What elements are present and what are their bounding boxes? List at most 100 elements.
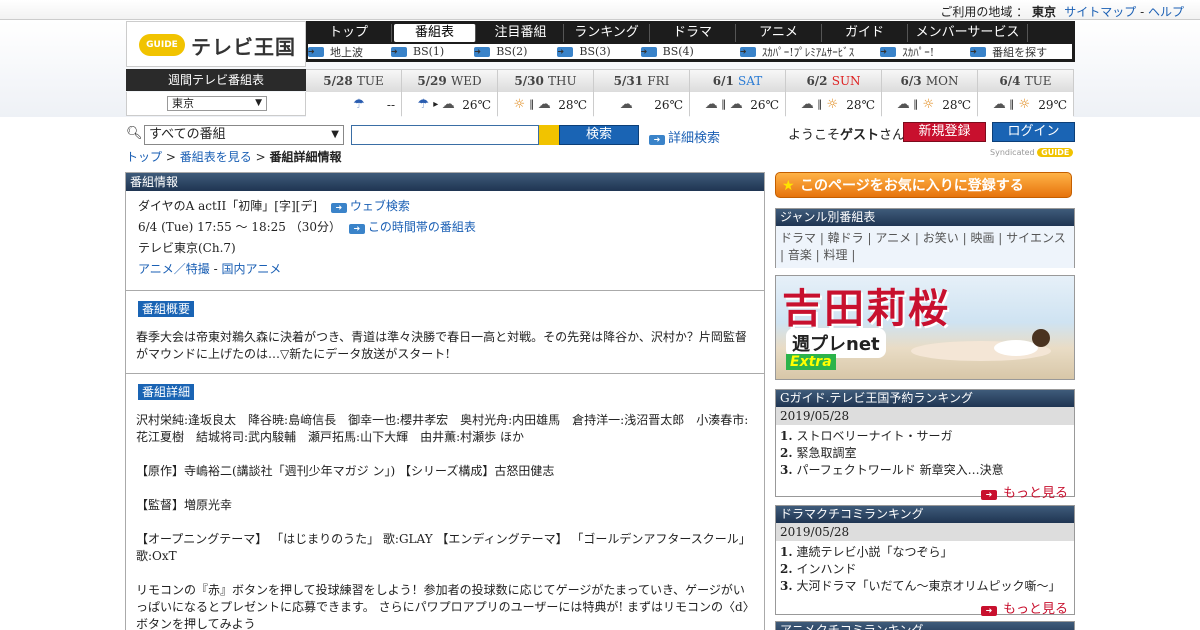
nav-tab[interactable]: ドラマ bbox=[650, 24, 736, 42]
timeslot-link[interactable]: ➜ この時間帯の番組表 bbox=[348, 220, 476, 234]
ad-banner[interactable]: 吉田莉桜 週プレnet Extra bbox=[775, 275, 1075, 380]
day-column[interactable]: 5/29 WED ☂ ▸ ☁ 26℃ bbox=[402, 69, 498, 117]
nav-subtab[interactable]: ➜ BS(1) bbox=[391, 45, 450, 58]
cloud-icon: ☁ bbox=[619, 96, 633, 112]
search-bar: 🔍︎ すべての番組 ▼ 検索 ➜ 詳細検索 bbox=[126, 124, 766, 146]
nav-tab[interactable]: 注目番組 bbox=[478, 24, 564, 42]
nav-tab[interactable]: 番組表 bbox=[394, 24, 476, 42]
arrow-right-icon: ➜ bbox=[649, 135, 665, 145]
add-favorite-button[interactable]: ★ このページをお気に入りに登録する bbox=[775, 172, 1072, 198]
detail-list: 沢村栄純:逢坂良太 降谷暁:島﨑信長 御幸一也:櫻井孝宏 奥村光舟:内田雄馬 倉… bbox=[136, 412, 754, 630]
umbrella-icon: ☂ bbox=[353, 96, 365, 112]
day-column[interactable]: 6/4 TUE ☁ ‖ ☼ 29℃ bbox=[978, 69, 1074, 117]
help-link[interactable]: ヘルプ bbox=[1148, 5, 1184, 19]
day-column[interactable]: 5/30 THU ☼ ‖ ☁ 28℃ bbox=[498, 69, 594, 117]
day-column[interactable]: 6/1 SAT ☁ ‖ ☁ 26℃ bbox=[690, 69, 786, 117]
ranking-item[interactable]: 2. インハンド bbox=[780, 561, 1070, 578]
nav-subtab[interactable]: ➜ 番組を探す bbox=[970, 44, 1053, 60]
search-category-select[interactable]: すべての番組 ▼ bbox=[144, 125, 344, 145]
star-icon: ★ bbox=[782, 178, 795, 194]
cloud-icon: ☁ bbox=[537, 96, 551, 112]
breadcrumb: トップ > 番組表を見る > 番組詳細情報 bbox=[126, 150, 342, 164]
weekly-schedule-label[interactable]: 週間テレビ番組表 bbox=[126, 69, 306, 91]
genre-box: ジャンル別番組表 ドラマ | 韓ドラ | アニメ | お笑い | 映画 | サイ… bbox=[775, 208, 1075, 268]
search-input[interactable] bbox=[351, 125, 539, 145]
ad-extra-logo: Extra bbox=[786, 354, 836, 370]
program-genre: アニメ／特撮 - 国内アニメ bbox=[138, 262, 282, 276]
nav-tab[interactable]: トップ bbox=[306, 24, 392, 42]
genre-header: ジャンル別番組表 bbox=[776, 209, 1074, 226]
nav-subtab[interactable]: ➜ ｽｶﾊﾟｰ!ﾌﾟﾚﾐｱﾑｻｰﾋﾞｽ bbox=[739, 44, 860, 60]
arrow-right-icon: ➜ bbox=[980, 606, 997, 616]
ranking-item[interactable]: 2. 緊急取調室 bbox=[780, 445, 1070, 462]
more-link[interactable]: ➜ もっと見る bbox=[776, 482, 1074, 503]
ranking-item[interactable]: 3. 大河ドラマ「いだてん～東京オリムピック噺～」 bbox=[780, 578, 1070, 595]
day-temperature: 28℃ bbox=[942, 97, 971, 112]
day-temperature: 26℃ bbox=[654, 97, 683, 112]
program-title: ダイヤのA actII「初陣」[字][デ] bbox=[138, 199, 318, 213]
nav-subtabs: ➜ 地上波 ➜ BS(1) ➜ BS(2) ➜ BS(3) ➜ BS(4) ➜ ｽｶﾊﾟｰ!ﾌﾟﾚﾐｱ… bbox=[308, 44, 1072, 59]
day-weather: ☂ -- bbox=[306, 92, 401, 117]
site-logo[interactable]: GUIDE テレビ王国 bbox=[126, 21, 306, 67]
region-value[interactable]: 東京 bbox=[1032, 5, 1056, 19]
genre-main-link[interactable]: アニメ／特撮 bbox=[138, 262, 210, 276]
sun-icon: ☼ bbox=[1018, 96, 1031, 112]
search-button[interactable]: 検索 bbox=[559, 125, 639, 145]
register-button[interactable]: 新規登録 bbox=[903, 122, 986, 142]
main-nav: トップ 番組表 注目番組 ランキング ドラマ アニメ ガイド メンバーサービス ➜ 地上波 ➜ BS… bbox=[306, 21, 1075, 62]
ranking-list: 1. ストロベリーナイト・サーガ 2. 緊急取調室 3. パーフェクトワールド 新章突入…… bbox=[776, 425, 1074, 482]
day-weather: ☼ ‖ ☁ 28℃ bbox=[498, 92, 593, 117]
day-temperature: 26℃ bbox=[750, 97, 779, 112]
detail-paragraph: リモコンの『赤』ボタンを押して投球練習をしよう！参加者の投球数に応じてゲージがた… bbox=[136, 583, 749, 630]
anime-ranking-box: アニメクチコミランキング bbox=[775, 621, 1075, 630]
arrow-right-icon: ➜ bbox=[330, 203, 347, 213]
nav-subtab[interactable]: ➜ 地上波 bbox=[308, 44, 369, 60]
sun-icon: ☼ bbox=[513, 96, 526, 112]
genre-sub-link[interactable]: 国内アニメ bbox=[221, 262, 281, 276]
reservation-ranking-box: Gガイド.テレビ王国予約ランキング 2019/05/28 1. ストロベリーナイト… bbox=[775, 389, 1075, 501]
nav-tab[interactable]: ランキング bbox=[564, 24, 650, 42]
day-column[interactable]: 5/28 TUE ☂ -- bbox=[306, 69, 402, 117]
ranking-item[interactable]: 1. ストロベリーナイト・サーガ bbox=[780, 428, 1070, 445]
nav-subtab[interactable]: ➜ BS(2) bbox=[474, 45, 533, 58]
ranking-item[interactable]: 3. パーフェクトワールド 新章突入…決意 bbox=[780, 462, 1070, 479]
arrow-right-icon: ➜ bbox=[308, 46, 324, 57]
summary-tag: 番組概要 bbox=[138, 301, 195, 317]
ranking-header: ドラマクチコミランキング bbox=[776, 506, 1074, 523]
area-select[interactable]: 東京 ▼ bbox=[167, 96, 267, 111]
nav-tab[interactable]: アニメ bbox=[736, 24, 822, 42]
more-link[interactable]: ➜ もっと見る bbox=[776, 598, 1074, 619]
day-column[interactable]: 5/31 FRI ☁ 26℃ bbox=[594, 69, 690, 117]
dropdown-arrow-icon: ▼ bbox=[255, 98, 262, 108]
login-button[interactable]: ログイン bbox=[992, 122, 1075, 142]
advanced-search-link[interactable]: ➜ 詳細検索 bbox=[649, 127, 720, 146]
nav-subtab[interactable]: ➜ ｽｶﾊﾟｰ! bbox=[880, 44, 940, 60]
sitemap-link[interactable]: サイトマップ bbox=[1064, 5, 1136, 19]
day-column[interactable]: 6/2 SUN ☁ ‖ ☼ 28℃ bbox=[786, 69, 882, 117]
ranking-item[interactable]: 1. 連続テレビ小説「なつぞら」 bbox=[780, 544, 1070, 561]
arrow-right-icon: ➜ bbox=[980, 490, 997, 500]
cloud-icon: ☁ bbox=[800, 96, 814, 112]
day-header: 6/1 SAT bbox=[690, 70, 785, 92]
nav-subtab[interactable]: ➜ BS(3) bbox=[557, 45, 616, 58]
sun-icon: ☼ bbox=[826, 96, 839, 112]
search-icon: 🔍︎ bbox=[126, 126, 143, 141]
day-weather: ☁ ‖ ☼ 28℃ bbox=[882, 92, 977, 117]
cloud-icon: ☁ bbox=[704, 96, 718, 112]
day-weather: ☁ ‖ ☁ 26℃ bbox=[690, 92, 785, 117]
day-temperature: 26℃ bbox=[462, 97, 491, 112]
arrow-right-icon: ➜ bbox=[739, 46, 756, 57]
genre-links[interactable]: ドラマ | 韓ドラ | アニメ | お笑い | 映画 | サイエンス | 音楽 … bbox=[776, 226, 1074, 268]
ranking-header: アニメクチコミランキング bbox=[776, 622, 1074, 630]
detail-tag: 番組詳細 bbox=[138, 384, 195, 400]
nav-tab[interactable]: メンバーサービス bbox=[908, 24, 1028, 42]
gguide-logo-badge: GUIDE bbox=[139, 34, 185, 56]
breadcrumb-schedule[interactable]: 番組表を見る bbox=[180, 150, 252, 164]
top-links: サイトマップ - ヘルプ bbox=[1064, 3, 1184, 20]
day-column[interactable]: 6/3 MON ☁ ‖ ☼ 28℃ bbox=[882, 69, 978, 117]
nav-tab[interactable]: ガイド bbox=[822, 24, 908, 42]
breadcrumb-top[interactable]: トップ bbox=[126, 150, 162, 164]
nav-subtab[interactable]: ➜ BS(4) bbox=[640, 45, 700, 58]
web-search-link[interactable]: ➜ ウェブ検索 bbox=[330, 199, 410, 213]
detail-paragraph: 【監督】増原光幸 bbox=[136, 498, 233, 512]
